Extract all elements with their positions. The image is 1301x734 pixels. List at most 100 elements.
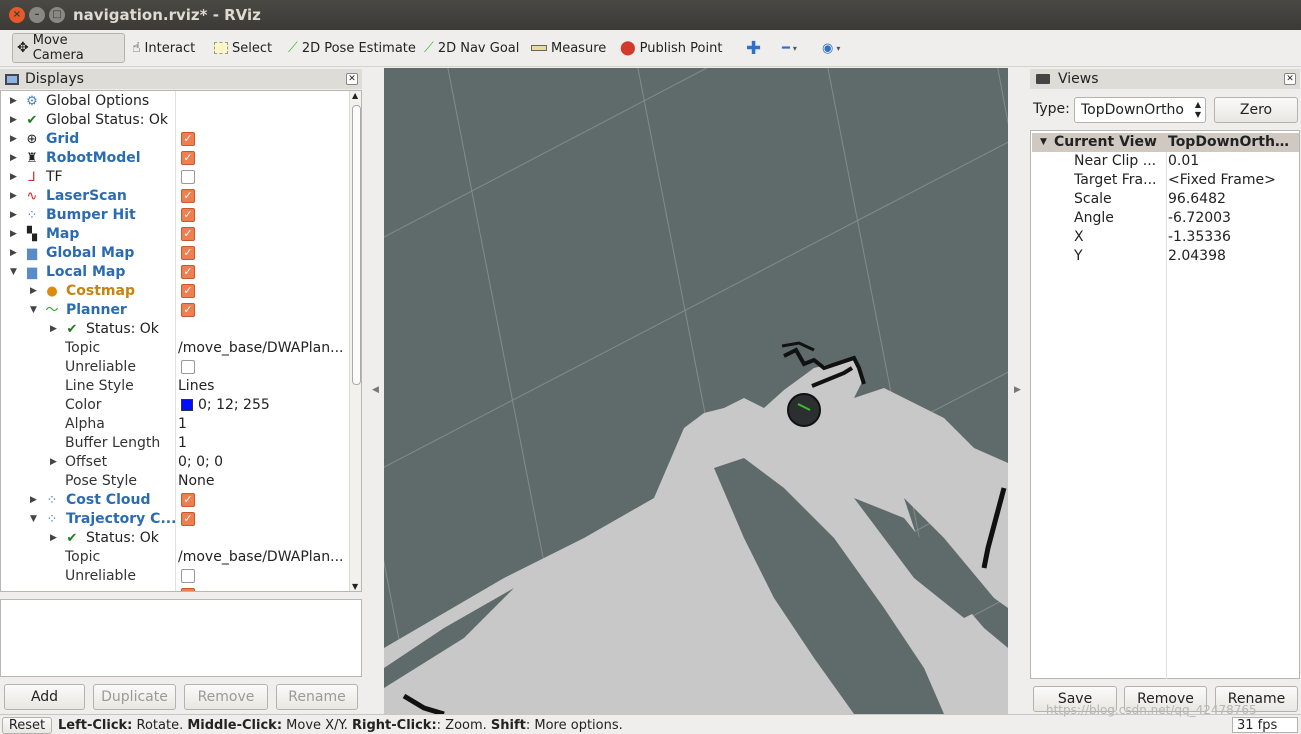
collapse-icon[interactable]: ▼ [1040, 133, 1047, 152]
checkbox-checked[interactable]: ✓ [181, 512, 195, 526]
tree-item-local-map[interactable]: ▼ ▆ Local Map ✓ [1, 263, 349, 282]
close-window-button[interactable]: × [9, 7, 25, 23]
measure-tool[interactable]: Measure [527, 33, 610, 63]
remove-display-button[interactable]: Remove [184, 684, 268, 710]
reset-button[interactable]: Reset [2, 717, 52, 734]
scroll-down-icon[interactable]: ▼ [352, 582, 358, 591]
checkbox-checked[interactable]: ✓ [181, 189, 195, 203]
zero-button[interactable]: Zero [1214, 97, 1298, 123]
ruler-icon [531, 45, 547, 51]
property-topic[interactable]: Topic/move_base/DWAPlan... [1, 339, 349, 358]
checkbox-checked[interactable]: ✓ [181, 208, 195, 222]
checkbox-unchecked[interactable] [181, 170, 195, 184]
robot-icon: ♜ [26, 151, 38, 166]
collapse-right-icon[interactable]: ▶ [1014, 385, 1021, 395]
displays-panel-header: Displays ✕ [0, 69, 362, 89]
duplicate-button[interactable]: Duplicate [93, 684, 176, 710]
folder-icon: ▆ [27, 265, 37, 280]
grid-icon: ⊕ [26, 132, 38, 147]
view-prop-target-frame[interactable]: Target Fra... <Fixed Frame> [1031, 171, 1299, 190]
view-properties[interactable]: ▼ Current View TopDownOrtho ... Near Cli… [1030, 130, 1300, 679]
view-prop-x[interactable]: X -1.35336 [1031, 228, 1299, 247]
publish-point-tool[interactable]: ⬤ Publish Point [616, 33, 726, 63]
add-tool-icon[interactable]: ✚ [742, 33, 765, 63]
map-icon: ▚ [27, 227, 37, 242]
tree-item-global-map[interactable]: ▶ ▆ Global Map ✓ [1, 244, 349, 263]
tree-item-planner-status[interactable]: ▶ ✔ Status: Ok [1, 320, 349, 339]
current-view-row[interactable]: ▼ Current View TopDownOrtho ... [1031, 133, 1299, 152]
view-prop-near-clip[interactable]: Near Clip ... 0.01 [1031, 152, 1299, 171]
checkbox-unchecked[interactable] [181, 569, 195, 583]
property-unreliable[interactable]: Unreliable [1, 358, 349, 377]
nav-goal-tool[interactable]: ⟋ 2D Nav Goal [420, 33, 523, 63]
view-type-select[interactable]: TopDownOrtho ▲ ▼ [1074, 97, 1206, 123]
checkbox-unchecked[interactable] [181, 360, 195, 374]
property-offset[interactable]: ▶ Offset 0; 0; 0 [1, 453, 349, 472]
display-description-box [0, 599, 362, 677]
close-icon[interactable]: ✕ [1284, 73, 1296, 85]
status-bar: Reset Left-Click: Rotate. Middle-Click: … [0, 703, 1301, 734]
checkbox-checked[interactable]: ✓ [181, 246, 195, 260]
checkbox-checked[interactable]: ✓ [181, 151, 195, 165]
minimize-window-button[interactable]: – [29, 7, 45, 23]
property-color[interactable]: Color 0; 12; 255 [1, 396, 349, 415]
scroll-up-icon[interactable]: ▲ [352, 91, 358, 100]
scrollbar-thumb[interactable] [352, 105, 361, 385]
rename-display-button[interactable]: Rename [276, 684, 358, 710]
property-alpha[interactable]: Alpha 1 [1, 415, 349, 434]
eye-icon[interactable]: ◉ ▾ [818, 33, 844, 63]
displays-scrollbar[interactable]: ▲ ▼ [349, 91, 361, 591]
views-panel-header: Views ✕ [1030, 69, 1300, 89]
green-arrow-icon: ⟋ [288, 40, 298, 56]
axes-icon: ⅃ [28, 170, 36, 185]
tree-item-global-options[interactable]: ▶ ⚙ Global Options [1, 92, 349, 111]
move-camera-tool[interactable]: ✥ Move Camera [12, 33, 125, 63]
path-icon: 〜 [45, 303, 59, 318]
green-arrow-icon: ⟋ [424, 40, 434, 56]
property-topic[interactable]: Topic/move_base/DWAPlan... [1, 548, 349, 567]
property-line-style[interactable]: Line Style Lines [1, 377, 349, 396]
tree-item-planner[interactable]: ▼ 〜 Planner ✓ [1, 301, 349, 320]
displays-tree[interactable]: ▶ ⚙ Global Options ▶ ✔ Global Status: Ok ▶ ⊕ G… [0, 90, 362, 592]
pose-estimate-tool[interactable]: ⟋ 2D Pose Estimate [284, 33, 420, 63]
tree-item-robot-model[interactable]: ▶ ♜ RobotModel ✓ [1, 149, 349, 168]
property-pose-style[interactable]: Pose Style None [1, 472, 349, 491]
tree-item-costmap[interactable]: ▶ ● Costmap ✓ [1, 282, 349, 301]
tree-item-cost-cloud[interactable]: ▶ ⁘ Cost Cloud ✓ [1, 491, 349, 510]
view-prop-angle[interactable]: Angle -6.72003 [1031, 209, 1299, 228]
color-swatch[interactable] [181, 399, 193, 411]
hand-pointer-icon: ☝ [132, 40, 141, 56]
check-icon: ✔ [66, 322, 78, 337]
tree-item-trajectory-status[interactable]: ▶ ✔ Status: Ok [1, 529, 349, 548]
check-icon: ✔ [26, 113, 38, 128]
tree-item-map[interactable]: ▶ ▚ Map ✓ [1, 225, 349, 244]
view-prop-y[interactable]: Y 2.04398 [1031, 247, 1299, 266]
tree-item-partial [1, 586, 349, 591]
3d-viewport[interactable] [384, 68, 1008, 714]
checkbox-checked[interactable]: ✓ [181, 303, 195, 317]
collapse-left-icon[interactable]: ◀ [372, 385, 379, 395]
checkbox-checked[interactable]: ✓ [181, 265, 195, 279]
select-tool[interactable]: Select [210, 33, 276, 63]
checkbox-checked[interactable]: ✓ [181, 284, 195, 298]
view-prop-scale[interactable]: Scale 96.6482 [1031, 190, 1299, 209]
checkbox-checked[interactable]: ✓ [181, 227, 195, 241]
interact-tool[interactable]: ☝ Interact [128, 33, 199, 63]
map-pin-icon: ⬤ [620, 40, 636, 56]
property-unreliable[interactable]: Unreliable [1, 567, 349, 586]
tree-item-global-status[interactable]: ▶ ✔ Global Status: Ok [1, 111, 349, 130]
title-bar: × – □ navigation.rviz* - RViz [0, 0, 1301, 30]
tree-item-trajectory-cloud[interactable]: ▼ ⁘ Trajectory C... ✓ [1, 510, 349, 529]
checkbox-checked[interactable]: ✓ [181, 132, 195, 146]
tree-item-laser-scan[interactable]: ▶ ∿ LaserScan ✓ [1, 187, 349, 206]
point-cloud-icon: ⁘ [46, 512, 58, 527]
add-button[interactable]: Add [4, 684, 85, 710]
tree-item-bumper-hit[interactable]: ▶ ⁘ Bumper Hit ✓ [1, 206, 349, 225]
checkbox-checked[interactable]: ✓ [181, 493, 195, 507]
tree-item-tf[interactable]: ▶ ⅃ TF [1, 168, 349, 187]
maximize-window-button[interactable]: □ [49, 7, 65, 23]
tree-item-grid[interactable]: ▶ ⊕ Grid ✓ [1, 130, 349, 149]
close-icon[interactable]: ✕ [346, 73, 358, 85]
property-buffer-length[interactable]: Buffer Length 1 [1, 434, 349, 453]
remove-tool-icon[interactable]: ━ ▾ [778, 33, 801, 63]
